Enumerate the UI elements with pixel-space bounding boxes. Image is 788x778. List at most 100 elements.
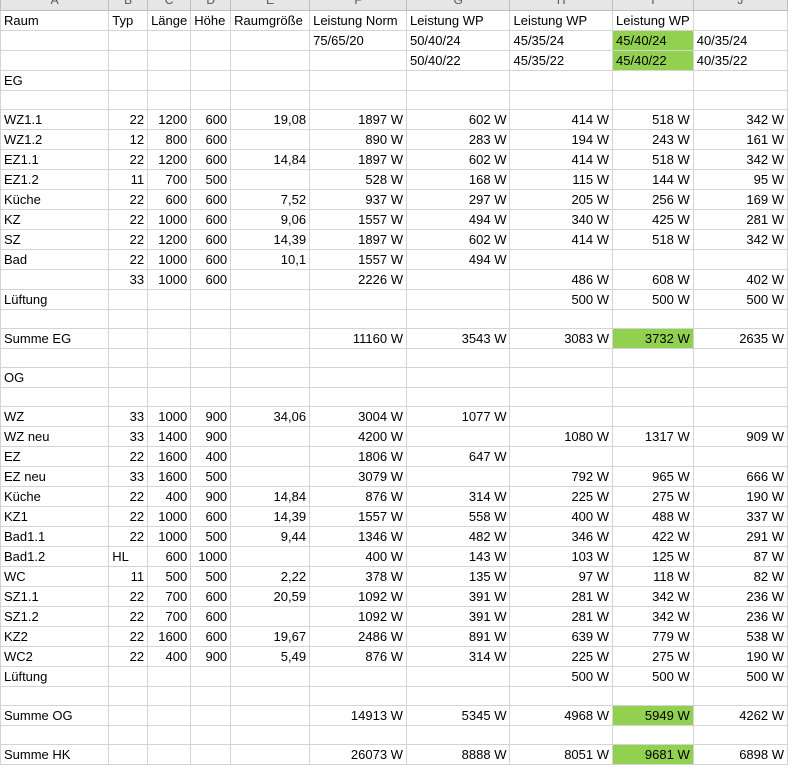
cell-f37[interactable]	[309, 725, 407, 745]
cell-d28[interactable]: 1000	[190, 546, 232, 567]
cell-i37[interactable]	[612, 725, 694, 745]
cell-i32[interactable]: 779 W	[612, 626, 694, 647]
cell-d23[interactable]: 400	[190, 446, 232, 467]
cell-c13[interactable]: 1000	[147, 249, 192, 270]
cell-h25[interactable]: 225 W	[509, 486, 614, 507]
cell-c8[interactable]: 1200	[147, 149, 192, 170]
cell-f32[interactable]: 2486 W	[309, 626, 407, 647]
cell-e28[interactable]	[230, 546, 311, 567]
cell-c10[interactable]: 600	[147, 189, 192, 210]
cell-g25[interactable]: 314 W	[405, 486, 511, 507]
cell-f22[interactable]: 4200 W	[309, 426, 407, 447]
cell-j25[interactable]: 190 W	[692, 486, 788, 507]
cell-c2[interactable]	[147, 30, 192, 51]
cell-d17[interactable]	[190, 328, 232, 349]
cell-e3[interactable]	[230, 50, 311, 71]
cell-d7[interactable]: 600	[190, 129, 232, 150]
cell-a13[interactable]: Bad	[0, 249, 110, 270]
cell-g11[interactable]: 494 W	[405, 209, 511, 230]
cell-g3[interactable]: 50/40/22	[405, 50, 511, 71]
cell-i2[interactable]: 45/40/24	[612, 30, 694, 51]
cell-f30[interactable]: 1092 W	[309, 586, 407, 607]
cell-c38[interactable]	[147, 744, 192, 765]
cell-c19[interactable]	[147, 367, 192, 388]
cell-a18[interactable]	[0, 348, 110, 368]
cell-j19[interactable]	[692, 367, 788, 388]
cell-b29[interactable]: 11	[108, 566, 149, 587]
cell-c22[interactable]: 1400	[147, 426, 192, 447]
cell-d14[interactable]: 600	[190, 269, 232, 290]
cell-f8[interactable]: 1897 W	[309, 149, 407, 170]
cell-d18[interactable]	[190, 348, 232, 368]
cell-e25[interactable]: 14,84	[230, 486, 311, 507]
cell-h4[interactable]	[509, 70, 614, 91]
cell-e11[interactable]: 9,06	[230, 209, 311, 230]
cell-c6[interactable]: 1200	[147, 109, 192, 130]
cell-h16[interactable]	[509, 309, 614, 329]
cell-a6[interactable]: WZ1.1	[0, 109, 110, 130]
cell-f15[interactable]	[309, 289, 407, 310]
cell-d26[interactable]: 600	[190, 506, 232, 527]
cell-e4[interactable]	[230, 70, 311, 91]
cell-e22[interactable]	[230, 426, 311, 447]
cell-e23[interactable]	[230, 446, 311, 467]
cell-a5[interactable]	[0, 90, 110, 110]
cell-h35[interactable]	[509, 686, 614, 706]
cell-b18[interactable]	[108, 348, 149, 368]
cell-h29[interactable]: 97 W	[509, 566, 614, 587]
cell-e14[interactable]	[230, 269, 311, 290]
cell-i7[interactable]: 243 W	[612, 129, 694, 150]
cell-f33[interactable]: 876 W	[309, 646, 407, 667]
cell-f1[interactable]: Leistung Norm	[309, 10, 407, 31]
cell-f34[interactable]	[309, 666, 407, 687]
cell-h21[interactable]	[509, 406, 614, 427]
cell-i22[interactable]: 1317 W	[612, 426, 694, 447]
cell-c31[interactable]: 700	[147, 606, 192, 627]
cell-b11[interactable]: 22	[108, 209, 149, 230]
cell-b38[interactable]	[108, 744, 149, 765]
cell-d15[interactable]	[190, 289, 232, 310]
cell-j21[interactable]	[692, 406, 788, 427]
cell-g24[interactable]	[405, 466, 511, 487]
cell-e10[interactable]: 7,52	[230, 189, 311, 210]
cell-b26[interactable]: 22	[108, 506, 149, 527]
cell-b24[interactable]: 33	[108, 466, 149, 487]
cell-g13[interactable]: 494 W	[405, 249, 511, 270]
cell-j5[interactable]	[692, 90, 788, 110]
cell-e16[interactable]	[230, 309, 311, 329]
cell-e13[interactable]: 10,1	[230, 249, 311, 270]
cell-d2[interactable]	[190, 30, 232, 51]
cell-c37[interactable]	[147, 725, 192, 745]
cell-j7[interactable]: 161 W	[692, 129, 788, 150]
column-header-f[interactable]: F	[309, 0, 407, 11]
cell-c24[interactable]: 1600	[147, 466, 192, 487]
cell-h15[interactable]: 500 W	[509, 289, 614, 310]
cell-a14[interactable]	[0, 269, 110, 290]
cell-a32[interactable]: KZ2	[0, 626, 110, 647]
cell-b23[interactable]: 22	[108, 446, 149, 467]
cell-c15[interactable]	[147, 289, 192, 310]
cell-f27[interactable]: 1346 W	[309, 526, 407, 547]
cell-a2[interactable]	[0, 30, 110, 51]
cell-j15[interactable]: 500 W	[692, 289, 788, 310]
cell-j36[interactable]: 4262 W	[692, 705, 788, 726]
cell-j10[interactable]: 169 W	[692, 189, 788, 210]
cell-g17[interactable]: 3543 W	[405, 328, 511, 349]
cell-g1[interactable]: Leistung WP	[405, 10, 511, 31]
cell-i35[interactable]	[612, 686, 694, 706]
cell-f16[interactable]	[309, 309, 407, 329]
cell-h19[interactable]	[509, 367, 614, 388]
cell-e20[interactable]	[230, 387, 311, 407]
cell-e5[interactable]	[230, 90, 311, 110]
cell-i13[interactable]	[612, 249, 694, 270]
cell-j2[interactable]: 40/35/24	[692, 30, 788, 51]
cell-i23[interactable]	[612, 446, 694, 467]
cell-b31[interactable]: 22	[108, 606, 149, 627]
cell-c9[interactable]: 700	[147, 169, 192, 190]
cell-e29[interactable]: 2,22	[230, 566, 311, 587]
cell-d5[interactable]	[190, 90, 232, 110]
cell-a4[interactable]: EG	[0, 70, 110, 91]
cell-g36[interactable]: 5345 W	[405, 705, 511, 726]
cell-h18[interactable]	[509, 348, 614, 368]
cell-b17[interactable]	[108, 328, 149, 349]
